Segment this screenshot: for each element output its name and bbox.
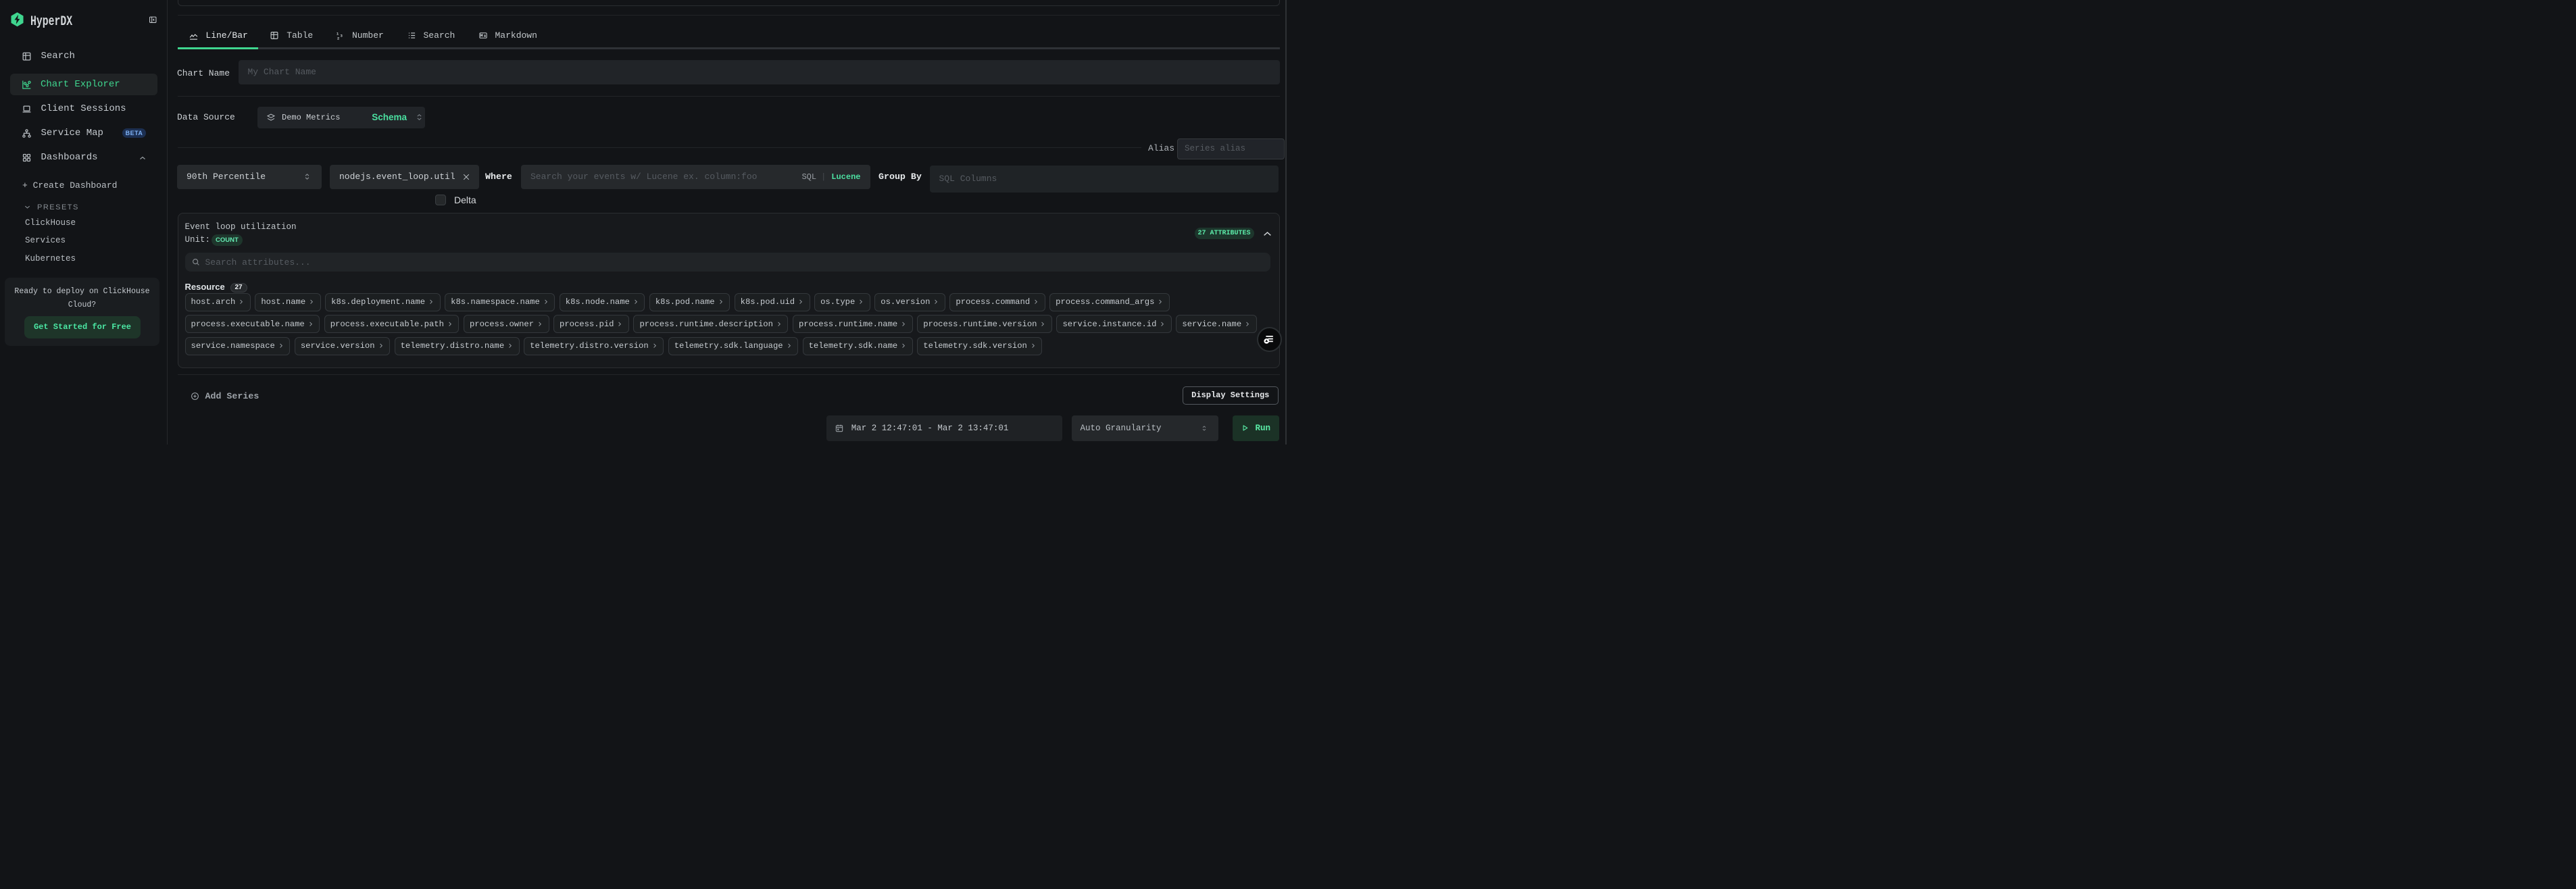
svg-text:2: 2	[337, 36, 340, 40]
svg-text:1: 1	[337, 32, 339, 36]
svg-text:3: 3	[341, 34, 343, 39]
